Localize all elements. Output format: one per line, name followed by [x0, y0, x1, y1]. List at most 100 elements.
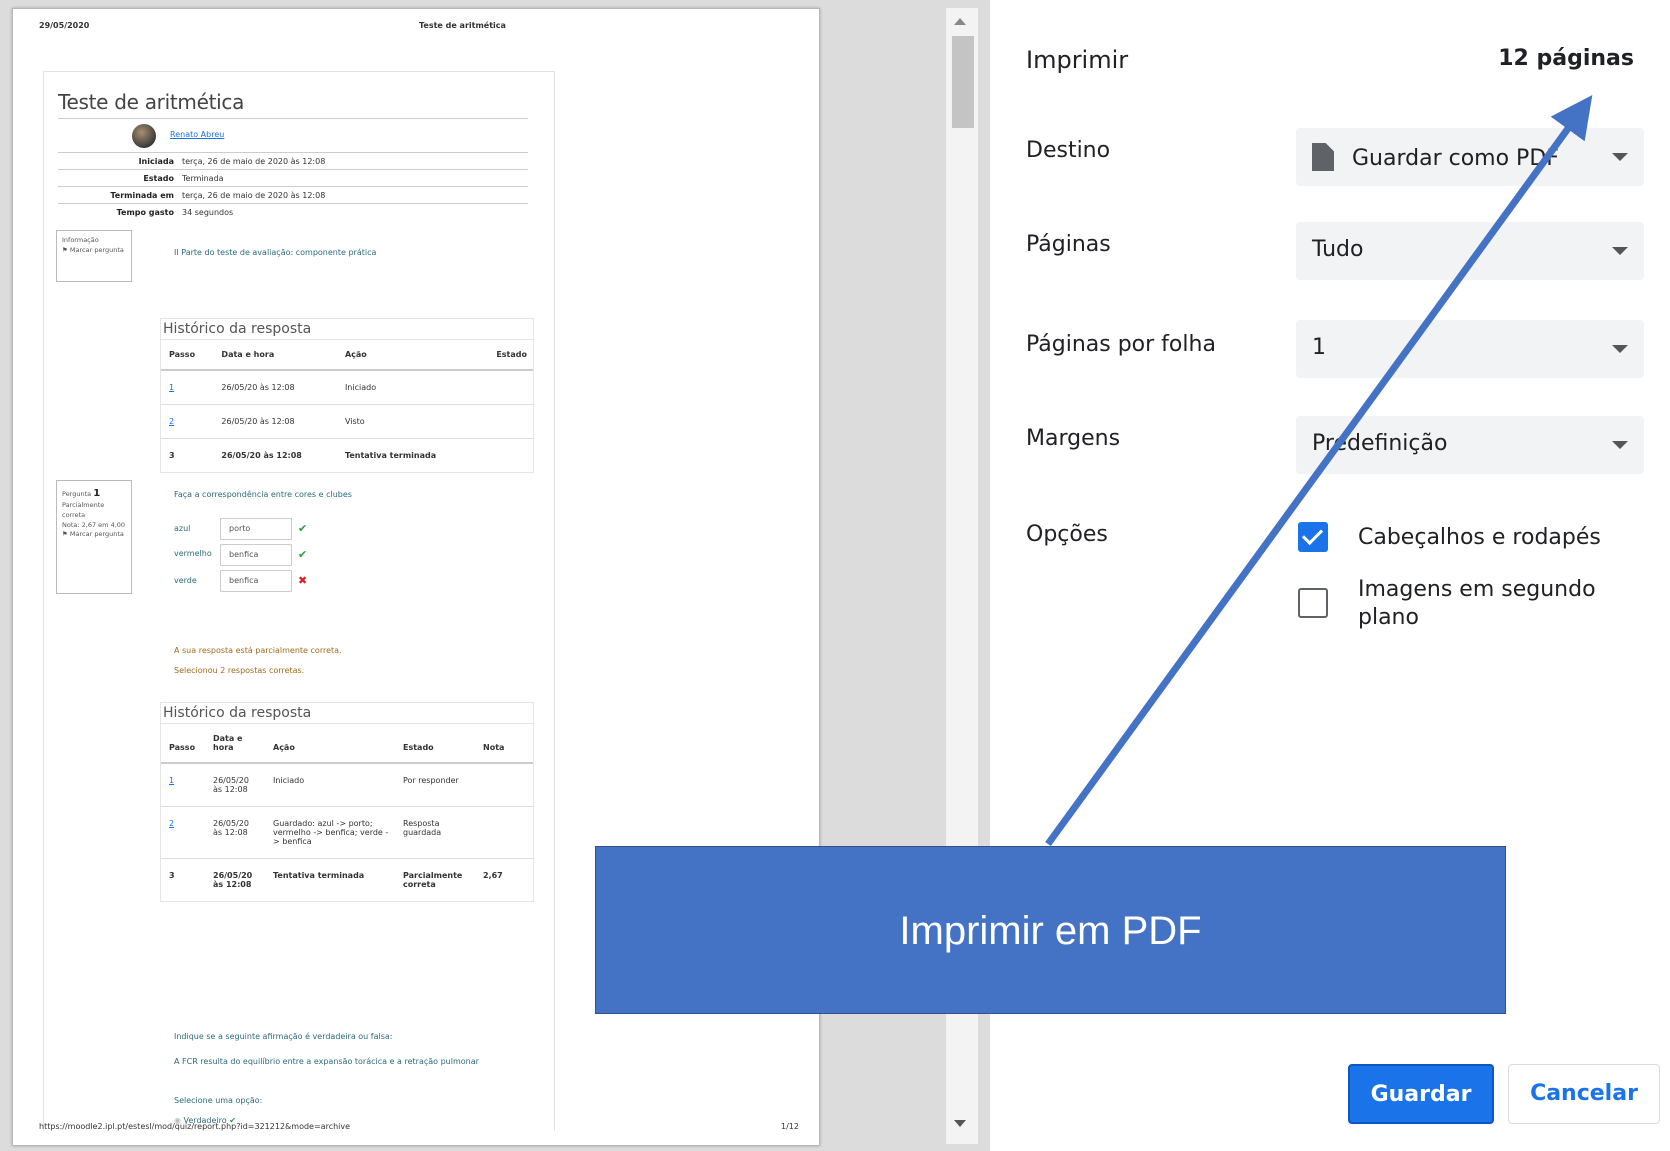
margins-select[interactable]: Predefinição: [1296, 416, 1644, 474]
summary-key: Estado: [143, 174, 174, 183]
table-row: 1 26/05/20 às 12:08 Iniciado Por respond…: [161, 763, 533, 807]
table-cell: [475, 806, 533, 859]
page-header-date: 29/05/2020: [39, 21, 90, 30]
dialog-title: Imprimir: [1026, 46, 1129, 74]
table-row: 1 26/05/20 às 12:08 Iniciado: [161, 370, 533, 405]
table-cell: Iniciado: [336, 370, 475, 405]
table-cell: 3: [169, 451, 175, 460]
chevron-down-icon: [1612, 441, 1628, 449]
table-cell: Por responder: [395, 763, 475, 807]
question-number: 1: [93, 488, 101, 499]
flag-question[interactable]: ⚑ Marcar pergunta: [62, 530, 126, 540]
match-select[interactable]: benfica: [220, 570, 292, 592]
table-cell: Resposta guardada: [395, 806, 475, 859]
table-row: 2 26/05/20 às 12:08 Visto: [161, 404, 533, 439]
col-header: Ação: [265, 724, 395, 764]
table-cell: 26/05/20 às 12:08: [221, 451, 302, 460]
summary-key: Terminada em: [110, 191, 174, 200]
scroll-down-arrow-icon[interactable]: [954, 1120, 966, 1127]
question-label: Pergunta: [62, 490, 92, 498]
background-images-label[interactable]: Imagens em segundo plano: [1358, 576, 1618, 632]
table-cell: 3: [169, 871, 175, 880]
col-header: Estado: [474, 340, 533, 371]
pages-per-sheet-label: Páginas por folha: [1026, 332, 1216, 357]
summary-row: Iniciada terça, 26 de maio de 2020 às 12…: [58, 152, 528, 170]
flag-label: Marcar pergunta: [69, 530, 124, 539]
summary-value: terça, 26 de maio de 2020 às 12:08: [182, 191, 326, 200]
summary-value: 34 segundos: [182, 208, 234, 217]
correct-check-icon: ✔: [298, 548, 308, 561]
destination-value: Guardar como PDF: [1352, 146, 1559, 171]
step-link[interactable]: 2: [169, 417, 174, 426]
page-count: 12 páginas: [1498, 46, 1634, 71]
document-icon: [1312, 143, 1334, 171]
chevron-down-icon: [1612, 345, 1628, 353]
summary-row: Terminada em terça, 26 de maio de 2020 à…: [58, 186, 528, 204]
summary-key: Tempo gasto: [116, 208, 174, 217]
pages-value: Tudo: [1312, 237, 1364, 262]
options-label: Opções: [1026, 522, 1108, 547]
match-label: vermelho: [174, 549, 212, 558]
step-link[interactable]: 1: [169, 776, 174, 785]
info-box-title: Informação: [62, 236, 99, 244]
page-footer-number: 1/12: [781, 1122, 799, 1131]
background-images-checkbox[interactable]: [1298, 588, 1328, 618]
user-name-link[interactable]: Renato Abreu: [170, 130, 224, 139]
table-cell: Visto: [336, 404, 475, 439]
table-cell: 26/05/20 às 12:08: [205, 806, 265, 859]
table-row: 3 26/05/20 às 12:08 Tentativa terminada …: [161, 859, 533, 902]
quiz-card: Teste de aritmética Renato Abreu Iniciad…: [43, 71, 555, 1131]
question-status: Parcialmente correta: [62, 501, 105, 519]
history-box-1: Histórico da resposta Passo Data e hora …: [160, 318, 534, 473]
table-cell: 2,67: [483, 871, 503, 880]
step-link[interactable]: 1: [169, 383, 174, 392]
table-cell: Iniciado: [265, 763, 395, 807]
match-select[interactable]: benfica: [220, 544, 292, 566]
match-label: azul: [174, 524, 191, 533]
correct-check-icon: ✔: [298, 522, 308, 535]
pages-per-sheet-value: 1: [1312, 335, 1326, 360]
feedback-count: Selecionou 2 respostas corretas.: [174, 666, 305, 675]
flag-icon: ⚑: [62, 530, 68, 539]
table-cell: 26/05/20 às 12:08: [213, 404, 337, 439]
summary-value: Terminada: [182, 174, 224, 183]
scrollbar-thumb[interactable]: [952, 36, 974, 128]
chevron-down-icon: [1612, 153, 1628, 161]
pages-per-sheet-select[interactable]: 1: [1296, 320, 1644, 378]
question-grade: Nota: 2,67 em 4,00: [62, 520, 126, 529]
info-text: II Parte do teste de avaliação: componen…: [174, 248, 377, 257]
history-table-2: Passo Data e hora Ação Estado Nota 1 26/…: [161, 724, 533, 901]
table-cell: Parcialmente correta: [403, 871, 463, 889]
match-select[interactable]: porto: [220, 518, 292, 540]
col-header: Data e hora: [213, 340, 337, 371]
table-cell: [474, 370, 533, 405]
margins-label: Margens: [1026, 426, 1121, 451]
col-header: Nota: [475, 724, 533, 764]
cancel-button[interactable]: Cancelar: [1508, 1064, 1660, 1124]
table-row: 2 26/05/20 às 12:08 Guardado: azul -> po…: [161, 806, 533, 859]
headers-footers-label[interactable]: Cabeçalhos e rodapés: [1358, 524, 1601, 552]
table-cell: Tentativa terminada: [344, 451, 437, 460]
col-header: Ação: [336, 340, 475, 371]
pages-select[interactable]: Tudo: [1296, 222, 1644, 280]
col-header: Passo: [161, 724, 205, 764]
summary-value: terça, 26 de maio de 2020 às 12:08: [182, 157, 326, 166]
incorrect-cross-icon: ✖: [298, 574, 308, 587]
summary-row: Tempo gasto 34 segundos: [58, 203, 528, 221]
question-2-statement: A FCR resulta do equilíbrio entre a expa…: [174, 1057, 479, 1066]
margins-value: Predefinição: [1312, 431, 1448, 456]
col-header: Estado: [395, 724, 475, 764]
chevron-down-icon: [1612, 247, 1628, 255]
step-link[interactable]: 2: [169, 819, 174, 828]
headers-footers-checkbox[interactable]: [1298, 522, 1328, 552]
scroll-up-arrow-icon[interactable]: [954, 18, 966, 25]
pages-label: Páginas: [1026, 232, 1111, 257]
print-dialog-screenshot: 29/05/2020 Teste de aritmética Teste de …: [0, 0, 1670, 1151]
match-label: verde: [174, 576, 197, 585]
destination-label: Destino: [1026, 138, 1111, 163]
flag-question[interactable]: ⚑ Marcar pergunta: [62, 246, 126, 256]
page-footer-url: https://moodle2.ipl.pt/estesl/mod/quiz/r…: [39, 1122, 351, 1131]
save-button[interactable]: Guardar: [1348, 1064, 1494, 1124]
destination-select[interactable]: Guardar como PDF: [1296, 128, 1644, 186]
quiz-title: Teste de aritmética: [58, 90, 245, 114]
